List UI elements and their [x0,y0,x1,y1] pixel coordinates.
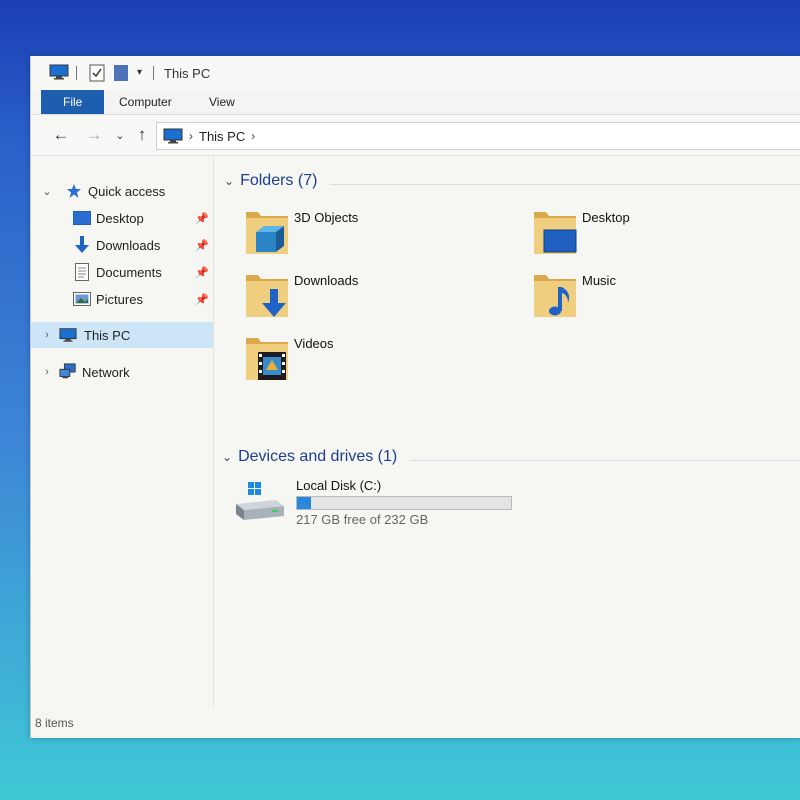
pin-icon[interactable]: 📌 [195,212,209,225]
nav-item-desktop[interactable]: Desktop 📌 [31,205,213,231]
folder-downloads[interactable]: Downloads [244,269,504,325]
drive-name: Local Disk (C:) [296,478,382,493]
pin-icon[interactable]: 📌 [195,266,209,279]
tab-file[interactable]: File [41,90,105,114]
folder-name: Music [582,273,616,288]
drive-usage-fill [297,497,311,509]
star-icon [65,183,83,199]
new-folder-icon[interactable] [114,64,128,82]
collapse-chevron-icon: ⌄ [222,450,233,464]
collapse-chevron-icon: ⌄ [224,174,235,188]
tab-computer[interactable]: Computer [105,90,186,114]
windows-drive-icon [234,482,286,527]
collapsed-chevron-icon[interactable]: › [41,366,53,378]
drive-usage-bar [296,496,512,510]
network-icon [59,363,77,380]
music-folder-icon [532,269,578,321]
this-pc-icon [163,128,183,144]
nav-label: Pictures [96,291,143,307]
folder-desktop[interactable]: Desktop [532,206,792,262]
ribbon-tabs: File Computer View [31,90,800,115]
nav-label: Quick access [88,183,166,199]
videos-folder-icon [244,332,290,384]
recent-locations-chevron-icon[interactable]: ⌄ [109,124,131,146]
nav-item-pictures[interactable]: Pictures 📌 [31,286,213,312]
title-bar: ▾ This PC [31,56,800,90]
navigation-bar: ← → ⌄ ↑ › This PC › [31,115,800,156]
picture-icon [73,291,91,307]
group-divider [330,184,800,185]
nav-label: This PC [84,327,131,343]
document-icon [73,263,91,281]
nav-label: Network [82,364,130,380]
customize-toolbar-chevron-icon[interactable]: ▾ [137,67,142,78]
folders-group-title: Folders (7) [240,172,318,189]
folder-videos[interactable]: Videos [244,332,504,388]
folder-name: Videos [294,336,334,351]
file-explorer-window: ▾ This PC File Computer View ← → ⌄ ↑ › T… [30,56,800,738]
breadcrumb-this-pc[interactable]: This PC [199,129,245,144]
folders-group-header[interactable]: ⌄ Folders (7) [224,172,317,190]
properties-icon[interactable] [89,64,105,82]
address-bar[interactable]: › This PC › [156,122,800,150]
folder-name: 3D Objects [294,210,359,225]
pin-icon[interactable]: 📌 [195,239,209,252]
breadcrumb-chevron-icon[interactable]: › [189,129,193,143]
nav-label: Desktop [96,210,144,226]
breadcrumb-chevron-icon[interactable]: › [251,129,255,143]
drive-local-disk-c[interactable]: Local Disk (C:) 217 GB free of 232 GB [234,476,534,532]
forward-arrow-icon[interactable]: → [83,124,105,146]
folder-name: Desktop [582,210,630,225]
folder-3d-objects[interactable]: 3D Objects [244,206,504,262]
3d-objects-folder-icon [244,206,290,258]
devices-group-header[interactable]: ⌄ Devices and drives (1) [222,448,397,466]
this-pc-icon [59,327,77,343]
folder-music[interactable]: Music [532,269,792,325]
navigation-pane: ⌄ Quick access Desktop 📌 Downloads 📌 Doc… [31,156,214,708]
nav-label: Documents [96,264,162,280]
drive-free-space: 217 GB free of 232 GB [296,512,429,527]
nav-label: Downloads [96,237,161,253]
up-arrow-icon[interactable]: ↑ [131,124,153,146]
devices-group-title: Devices and drives (1) [238,448,398,465]
toolbar-separator [76,66,77,80]
nav-item-documents[interactable]: Documents 📌 [31,259,213,285]
folder-name: Downloads [294,273,359,288]
download-arrow-icon [73,236,91,253]
window-title: This PC [164,66,211,81]
downloads-folder-icon [244,269,290,321]
back-arrow-icon[interactable]: ← [50,124,72,146]
tab-view[interactable]: View [195,90,249,114]
nav-item-downloads[interactable]: Downloads 📌 [31,232,213,258]
collapsed-chevron-icon[interactable]: › [41,329,53,341]
nav-item-this-pc[interactable]: › This PC [31,322,213,348]
desktop-icon [73,210,91,226]
group-divider [410,460,800,461]
desktop-folder-icon [532,206,578,258]
content-pane: ⌄ Folders (7) 3D Objects Desktop Downloa… [214,156,800,708]
expanded-chevron-icon[interactable]: ⌄ [41,185,53,198]
status-item-count: 8 items [35,716,74,730]
toolbar-separator [153,66,154,80]
nav-item-network[interactable]: › Network [31,359,213,385]
pin-icon[interactable]: 📌 [195,293,209,306]
this-pc-icon [49,64,69,80]
nav-item-quick-access[interactable]: ⌄ Quick access [31,178,213,204]
